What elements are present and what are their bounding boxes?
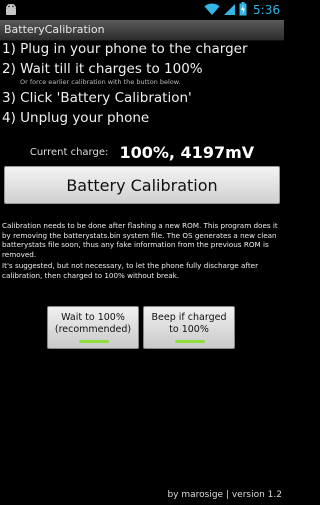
current-charge-value: 100%, 4197mV bbox=[119, 143, 255, 162]
battery-charging-icon bbox=[239, 1, 247, 20]
android-debug-icon bbox=[4, 2, 18, 21]
step-unplug: 4) Unplug your phone bbox=[2, 110, 150, 126]
step-wait-note: Or force earlier calibration with the bu… bbox=[20, 78, 181, 86]
wait-toggle-label-line2: (recommended) bbox=[54, 324, 132, 335]
app-title-bar: BatteryCalibration bbox=[0, 20, 284, 41]
signal-icon bbox=[223, 1, 236, 20]
info-paragraph-discharge: It's suggested, but not necessary, to le… bbox=[2, 261, 259, 280]
info-text: Calibration needs to be done after flash… bbox=[2, 221, 284, 280]
footer-credits: by marosige | version 1.2 bbox=[167, 490, 282, 500]
step-plug-in: 1) Plug in your phone to the charger bbox=[2, 41, 248, 57]
status-time: 5:36 bbox=[253, 3, 280, 17]
instruction-steps: 1) Plug in your phone to the charger 2) … bbox=[2, 41, 282, 130]
step-wait: 2) Wait till it charges to 100% bbox=[2, 61, 203, 77]
wait-toggle-label-line1: Wait to 100% bbox=[61, 312, 125, 323]
status-bar: 5:36 bbox=[0, 0, 284, 20]
wait-to-100-toggle[interactable]: Wait to 100% (recommended) bbox=[47, 306, 139, 349]
app-title: BatteryCalibration bbox=[4, 23, 105, 36]
beep-toggle-on-indicator bbox=[175, 340, 205, 343]
wait-toggle-on-indicator bbox=[79, 340, 109, 343]
beep-toggle-label-line2: to 100% bbox=[169, 324, 209, 335]
step-click-calibration: 3) Click 'Battery Calibration' bbox=[2, 90, 192, 106]
info-paragraph-calibration: Calibration needs to be done after flash… bbox=[2, 221, 278, 259]
beep-if-charged-toggle[interactable]: Beep if charged to 100% bbox=[143, 306, 235, 349]
wifi-icon bbox=[204, 1, 220, 20]
current-charge-label: Current charge: bbox=[29, 147, 109, 158]
battery-calibration-button[interactable]: Battery Calibration bbox=[4, 166, 280, 204]
beep-toggle-label-line1: Beep if charged bbox=[151, 312, 227, 323]
current-charge-row: Current charge: 100%, 4197mV bbox=[0, 142, 284, 162]
